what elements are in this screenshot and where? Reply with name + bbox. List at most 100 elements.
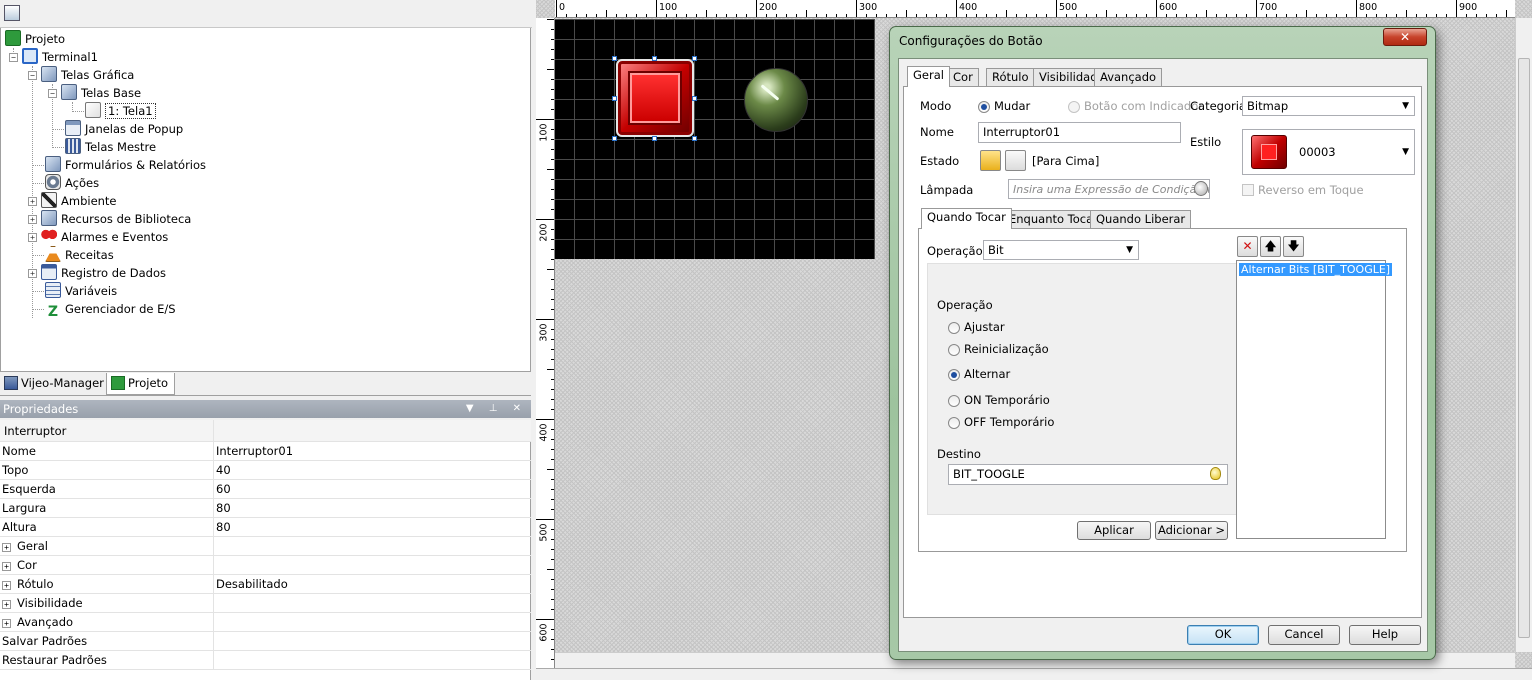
collapse-icon[interactable]: − — [28, 71, 37, 80]
tab-quando-tocar[interactable]: Quando Tocar — [921, 208, 1012, 229]
tree-item-formularios[interactable]: Formulários & Relatórios — [45, 156, 206, 174]
expand-icon[interactable]: + — [2, 581, 11, 590]
resize-handle[interactable] — [692, 136, 697, 141]
resize-handle[interactable] — [612, 56, 617, 61]
close-button[interactable]: ✕ — [1383, 28, 1427, 46]
actions-listbox[interactable]: Alternar Bits [BIT_TOOGLE] — [1236, 260, 1393, 539]
property-row[interactable]: + Avançado — [0, 613, 531, 632]
expand-icon[interactable]: + — [28, 215, 37, 224]
green-lamp-object[interactable] — [744, 68, 808, 132]
resize-handle[interactable] — [652, 56, 657, 61]
tree-item-recursos[interactable]: + Recursos de Biblioteca — [28, 210, 191, 228]
hmi-screen[interactable] — [555, 19, 875, 259]
cancel-button[interactable]: Cancel — [1268, 625, 1340, 645]
property-row[interactable]: + Geral — [0, 537, 531, 556]
tree-item-acoes[interactable]: Ações — [45, 174, 99, 192]
expand-icon[interactable]: + — [2, 619, 11, 628]
project-explorer-icon[interactable] — [4, 5, 20, 21]
resize-handle[interactable] — [652, 136, 657, 141]
tab-rotulo[interactable]: Rótulo — [986, 68, 1035, 87]
property-row[interactable]: Esquerda 60 — [0, 480, 531, 499]
lightbulb-icon[interactable] — [1210, 467, 1221, 480]
tab-quando-liberar[interactable]: Quando Liberar — [1090, 210, 1192, 229]
op-alternar-radio[interactable] — [948, 369, 960, 381]
resize-handle[interactable] — [692, 56, 697, 61]
tree-item-janelas-popup[interactable]: Janelas de Popup — [65, 120, 183, 138]
lightbulb-icon[interactable] — [1194, 181, 1208, 196]
property-value[interactable]: 80 — [216, 518, 231, 536]
tree-item-telas-grafica[interactable]: − Telas Gráfica — [28, 66, 134, 84]
property-value[interactable]: 80 — [216, 499, 231, 517]
expand-icon[interactable]: + — [2, 562, 11, 571]
tab-projeto[interactable]: Projeto — [106, 373, 176, 395]
red-pushbutton-object[interactable] — [616, 59, 694, 137]
tree-item-telas-base[interactable]: − Telas Base — [48, 84, 141, 102]
property-row[interactable]: Largura 80 — [0, 499, 531, 518]
resize-handle[interactable] — [692, 96, 697, 101]
property-row[interactable]: Topo 40 — [0, 461, 531, 480]
tree-item-ambiente[interactable]: + Ambiente — [28, 192, 117, 210]
nome-input[interactable]: Interruptor01 — [978, 122, 1181, 143]
op-ajustar-radio[interactable] — [948, 322, 960, 334]
adicionar-button[interactable]: Adicionar > — [1155, 521, 1228, 540]
expand-icon[interactable]: + — [28, 197, 37, 206]
tree-item-registro[interactable]: + Registro de Dados — [28, 264, 166, 282]
estilo-select[interactable]: 00003 ▼ — [1242, 129, 1415, 175]
expand-icon[interactable]: + — [2, 543, 11, 552]
arrow-up-icon[interactable]: 🡅 — [1260, 236, 1281, 257]
property-value[interactable]: 60 — [216, 480, 231, 498]
tab-vijeo-manager[interactable]: Vijeo-Manager — [0, 373, 110, 395]
property-row[interactable]: Restaurar Padrões — [0, 651, 531, 670]
expand-icon[interactable]: + — [28, 233, 37, 242]
property-value[interactable]: Desabilitado — [216, 575, 288, 593]
expand-icon[interactable]: + — [28, 269, 37, 278]
tree-item-projeto[interactable]: Projeto — [5, 30, 65, 48]
tab-enquanto-tocar[interactable]: Enquanto Tocar — [1003, 210, 1104, 229]
tab-geral[interactable]: Geral — [907, 66, 950, 87]
tree-item-tela1[interactable]: 1: Tela1 — [85, 102, 156, 120]
tree-item-receitas[interactable]: Receitas — [45, 246, 114, 264]
operacao-select[interactable]: Bit ▼ — [983, 240, 1139, 260]
lampada-input[interactable]: Insira uma Expressão de Condição válida — [1008, 179, 1210, 199]
destino-input[interactable]: BIT_TOOGLE — [948, 464, 1228, 485]
modo-indicador-radio[interactable] — [1068, 101, 1080, 113]
property-row[interactable]: Nome Interruptor01 — [0, 442, 531, 461]
property-row[interactable]: + Rótulo Desabilitado — [0, 575, 531, 594]
expand-icon[interactable]: + — [2, 600, 11, 609]
modo-mudar-radio[interactable] — [978, 101, 990, 113]
op-reinicializacao-radio[interactable] — [948, 344, 960, 356]
aplicar-button[interactable]: Aplicar — [1077, 521, 1151, 540]
property-value[interactable]: 40 — [216, 461, 231, 479]
resize-handle[interactable] — [612, 136, 617, 141]
arrow-down-icon[interactable]: 🡇 — [1283, 236, 1304, 257]
hand-pointer-icon[interactable] — [980, 150, 1001, 171]
tree-item-telas-mestre[interactable]: Telas Mestre — [65, 138, 156, 156]
scrollbar-thumb[interactable] — [1518, 58, 1530, 638]
tree-item-gerenciador[interactable]: Z Gerenciador de E/S — [45, 300, 176, 319]
resize-handle[interactable] — [612, 96, 617, 101]
help-button[interactable]: Help — [1349, 625, 1421, 645]
state-toggle-icon[interactable] — [1005, 150, 1026, 171]
tab-avancado[interactable]: Avançado — [1094, 68, 1163, 87]
collapse-icon[interactable]: − — [9, 53, 18, 62]
manager-icon — [4, 376, 18, 390]
ok-button[interactable]: OK — [1187, 625, 1259, 645]
list-item[interactable]: Alternar Bits [BIT_TOOGLE] — [1239, 263, 1393, 276]
property-value[interactable]: Interruptor01 — [216, 442, 293, 460]
reverso-checkbox[interactable] — [1242, 184, 1254, 196]
tree-item-alarmes[interactable]: + Alarmes e Eventos — [28, 228, 168, 246]
delete-icon[interactable]: ✕ — [1237, 236, 1258, 257]
tab-cor[interactable]: Cor — [947, 68, 979, 87]
property-row[interactable]: + Cor — [0, 556, 531, 575]
tree-item-variaveis[interactable]: Variáveis — [45, 282, 117, 300]
tree-item-terminal[interactable]: − Terminal1 — [9, 48, 98, 66]
property-row[interactable]: + Visibilidade — [0, 594, 531, 613]
vertical-scrollbar[interactable] — [1515, 18, 1532, 652]
panel-controls[interactable]: ▼ ⊥ ✕ — [466, 400, 527, 418]
categoria-select[interactable]: Bitmap ▼ — [1242, 96, 1415, 116]
property-row[interactable]: Altura 80 — [0, 518, 531, 537]
op-off-temporario-radio[interactable] — [948, 417, 960, 429]
op-on-temporario-radio[interactable] — [948, 395, 960, 407]
property-row[interactable]: Salvar Padrões — [0, 632, 531, 651]
collapse-icon[interactable]: − — [48, 89, 57, 98]
